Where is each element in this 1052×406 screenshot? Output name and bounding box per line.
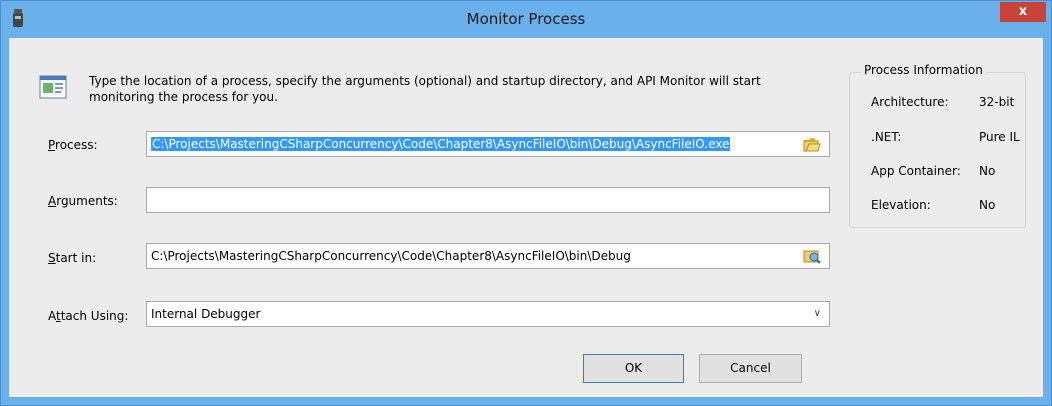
elevation-key: Elevation:: [871, 198, 931, 212]
arguments-field[interactable]: [146, 187, 830, 213]
arguments-label: Arguments:: [48, 194, 118, 208]
dialog-body: Type the location of a process, specify …: [9, 38, 1043, 397]
attach-using-dropdown[interactable]: Internal Debugger ∨: [146, 301, 830, 327]
cancel-button[interactable]: Cancel: [699, 354, 802, 383]
architecture-value: 32-bit: [979, 95, 1015, 109]
app-container-key: App Container:: [871, 164, 961, 178]
browse-folder-icon[interactable]: [803, 248, 821, 264]
app-container-value: No: [979, 164, 996, 178]
process-path-field[interactable]: C:\Projects\MasteringCSharpConcurrency\C…: [146, 131, 830, 157]
start-in-field[interactable]: C:\Projects\MasteringCSharpConcurrency\C…: [146, 243, 830, 269]
monitor-process-window: Monitor Process x Type the location of a…: [0, 0, 1052, 406]
ok-button[interactable]: OK: [583, 354, 684, 383]
open-folder-icon[interactable]: [803, 136, 821, 152]
start-in-label-rest: tart in:: [55, 251, 97, 265]
start-in-label-accel: S: [48, 251, 56, 265]
process-path-value: C:\Projects\MasteringCSharpConcurrency\C…: [151, 137, 731, 151]
arguments-label-accel: A: [48, 194, 57, 208]
arguments-label-rest: rguments:: [56, 194, 118, 208]
process-label-accel: P: [48, 138, 56, 152]
process-info-title: Process Information: [861, 63, 986, 77]
window-title: Monitor Process: [466, 10, 586, 28]
attach-using-label-rest: tach Using:: [60, 309, 129, 323]
architecture-key: Architecture:: [871, 95, 949, 109]
chevron-down-icon[interactable]: ∨: [814, 308, 821, 319]
dotnet-value: Pure IL: [979, 130, 1020, 144]
start-in-value: C:\Projects\MasteringCSharpConcurrency\C…: [151, 249, 631, 263]
process-window-icon: [39, 75, 67, 99]
description-text: Type the location of a process, specify …: [89, 74, 761, 104]
elevation-value: No: [979, 198, 996, 212]
process-label: Process:: [48, 138, 98, 152]
attach-using-value: Internal Debugger: [151, 307, 261, 321]
dotnet-key: .NET:: [871, 130, 902, 144]
process-label-rest: rocess:: [55, 138, 98, 152]
attach-using-label-pre: A: [48, 309, 56, 323]
start-in-label: Start in:: [48, 251, 96, 265]
attach-using-label: Attach Using:: [48, 309, 128, 323]
title-bar[interactable]: Monitor Process x: [1, 1, 1051, 37]
close-button[interactable]: x: [1000, 2, 1046, 22]
